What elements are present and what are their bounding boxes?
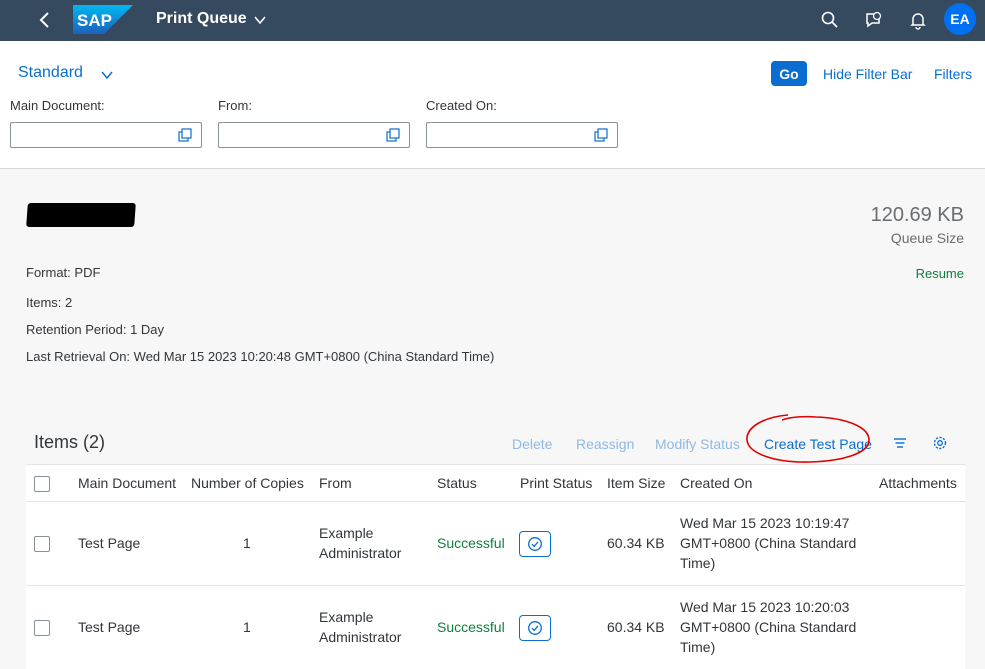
column-item-size[interactable]: Item Size [607,475,665,491]
resume-button[interactable]: Resume [916,266,964,281]
status-cell: Successful [437,619,505,635]
redacted-title [26,203,136,227]
column-main-document[interactable]: Main Document [78,475,176,491]
hide-filter-bar-button[interactable]: Hide Filter Bar [823,66,912,82]
column-created-on[interactable]: Created On [680,475,752,491]
settings-gear-icon[interactable] [931,434,949,452]
column-number-of-copies[interactable]: Number of Copies [191,475,304,491]
red-annotation-circle [746,414,870,463]
from-label: From: [218,98,252,113]
print-status-button[interactable] [519,531,551,557]
created-on-input[interactable] [426,122,618,148]
feedback-icon[interactable] [864,10,884,30]
last-retrieval-attribute: Last Retrieval On: Wed Mar 15 2023 10:20… [26,349,495,364]
value-help-icon[interactable] [386,128,400,142]
column-from[interactable]: From [319,475,352,491]
column-attachments[interactable]: Attachments [879,475,957,491]
row-checkbox[interactable] [34,536,50,552]
search-icon[interactable] [820,10,840,30]
column-status[interactable]: Status [437,475,477,491]
filters-button[interactable]: Filters [934,66,972,82]
print-status-button[interactable] [519,615,551,641]
item-size-cell: 60.34 KB [607,535,665,551]
svg-text:SAP: SAP [77,11,112,30]
check-circle-icon [528,621,542,635]
value-help-icon[interactable] [178,128,192,142]
sort-icon[interactable] [891,434,909,452]
variant-selector[interactable]: Standard [18,64,83,82]
chevron-down-icon[interactable] [253,13,267,27]
table-row[interactable]: Test Page 1 Example Administrator Succes… [26,586,965,669]
reassign-button[interactable]: Reassign [576,436,634,452]
from-input[interactable] [218,122,410,148]
select-all-checkbox[interactable] [34,476,50,492]
status-cell: Successful [437,535,505,551]
created-on-line3: Time) [680,639,716,655]
notifications-icon[interactable] [908,10,928,30]
table-title: Items (2) [34,432,106,452]
filter-bar: Standard Go Hide Filter Bar Filters Main… [0,41,985,169]
table-header: Main Document Number of Copies From Stat… [26,464,965,502]
column-print-status[interactable]: Print Status [520,475,592,491]
created-on-line2: GMT+0800 (China Standard [680,619,857,635]
copies-cell: 1 [243,619,251,635]
check-circle-icon [528,537,542,551]
retention-attribute: Retention Period: 1 Day [26,322,165,337]
copies-cell: 1 [243,535,251,551]
main-document-label: Main Document: [10,98,105,113]
from-cell-line2: Administrator [319,545,402,561]
created-on-line3: Time) [680,555,716,571]
from-cell-line1: Example [319,525,374,541]
queue-size-label: Queue Size [890,230,964,246]
sap-logo[interactable]: SAP [73,5,133,34]
from-cell-line2: Administrator [319,629,402,645]
back-arrow-icon[interactable] [34,9,56,31]
created-on-line1: Wed Mar 15 2023 10:20:03 [680,599,850,615]
created-on-line2: GMT+0800 (China Standard [680,535,857,551]
avatar[interactable]: EA [944,3,976,35]
go-button[interactable]: Go [771,61,807,86]
main-document-cell: Test Page [78,535,141,551]
main-document-cell: Test Page [78,619,141,635]
modify-status-button[interactable]: Modify Status [655,436,740,452]
items-attribute: Items: 2 [26,295,73,310]
item-size-cell: 60.34 KB [607,619,665,635]
created-on-line1: Wed Mar 15 2023 10:19:47 [680,515,850,531]
row-checkbox[interactable] [34,620,50,636]
created-on-label: Created On: [426,98,497,113]
from-cell-line1: Example [319,609,374,625]
table-row[interactable]: Test Page 1 Example Administrator Succes… [26,502,965,586]
format-attribute: Format: PDF [26,265,101,280]
value-help-icon[interactable] [594,128,608,142]
main-document-input[interactable] [10,122,202,148]
app-title[interactable]: Print Queue [156,10,247,28]
shell-bar: SAP Print Queue EA [0,0,985,41]
delete-button[interactable]: Delete [512,436,552,452]
queue-size-value: 120.69 KB [870,204,964,226]
chevron-down-icon[interactable] [100,68,114,82]
